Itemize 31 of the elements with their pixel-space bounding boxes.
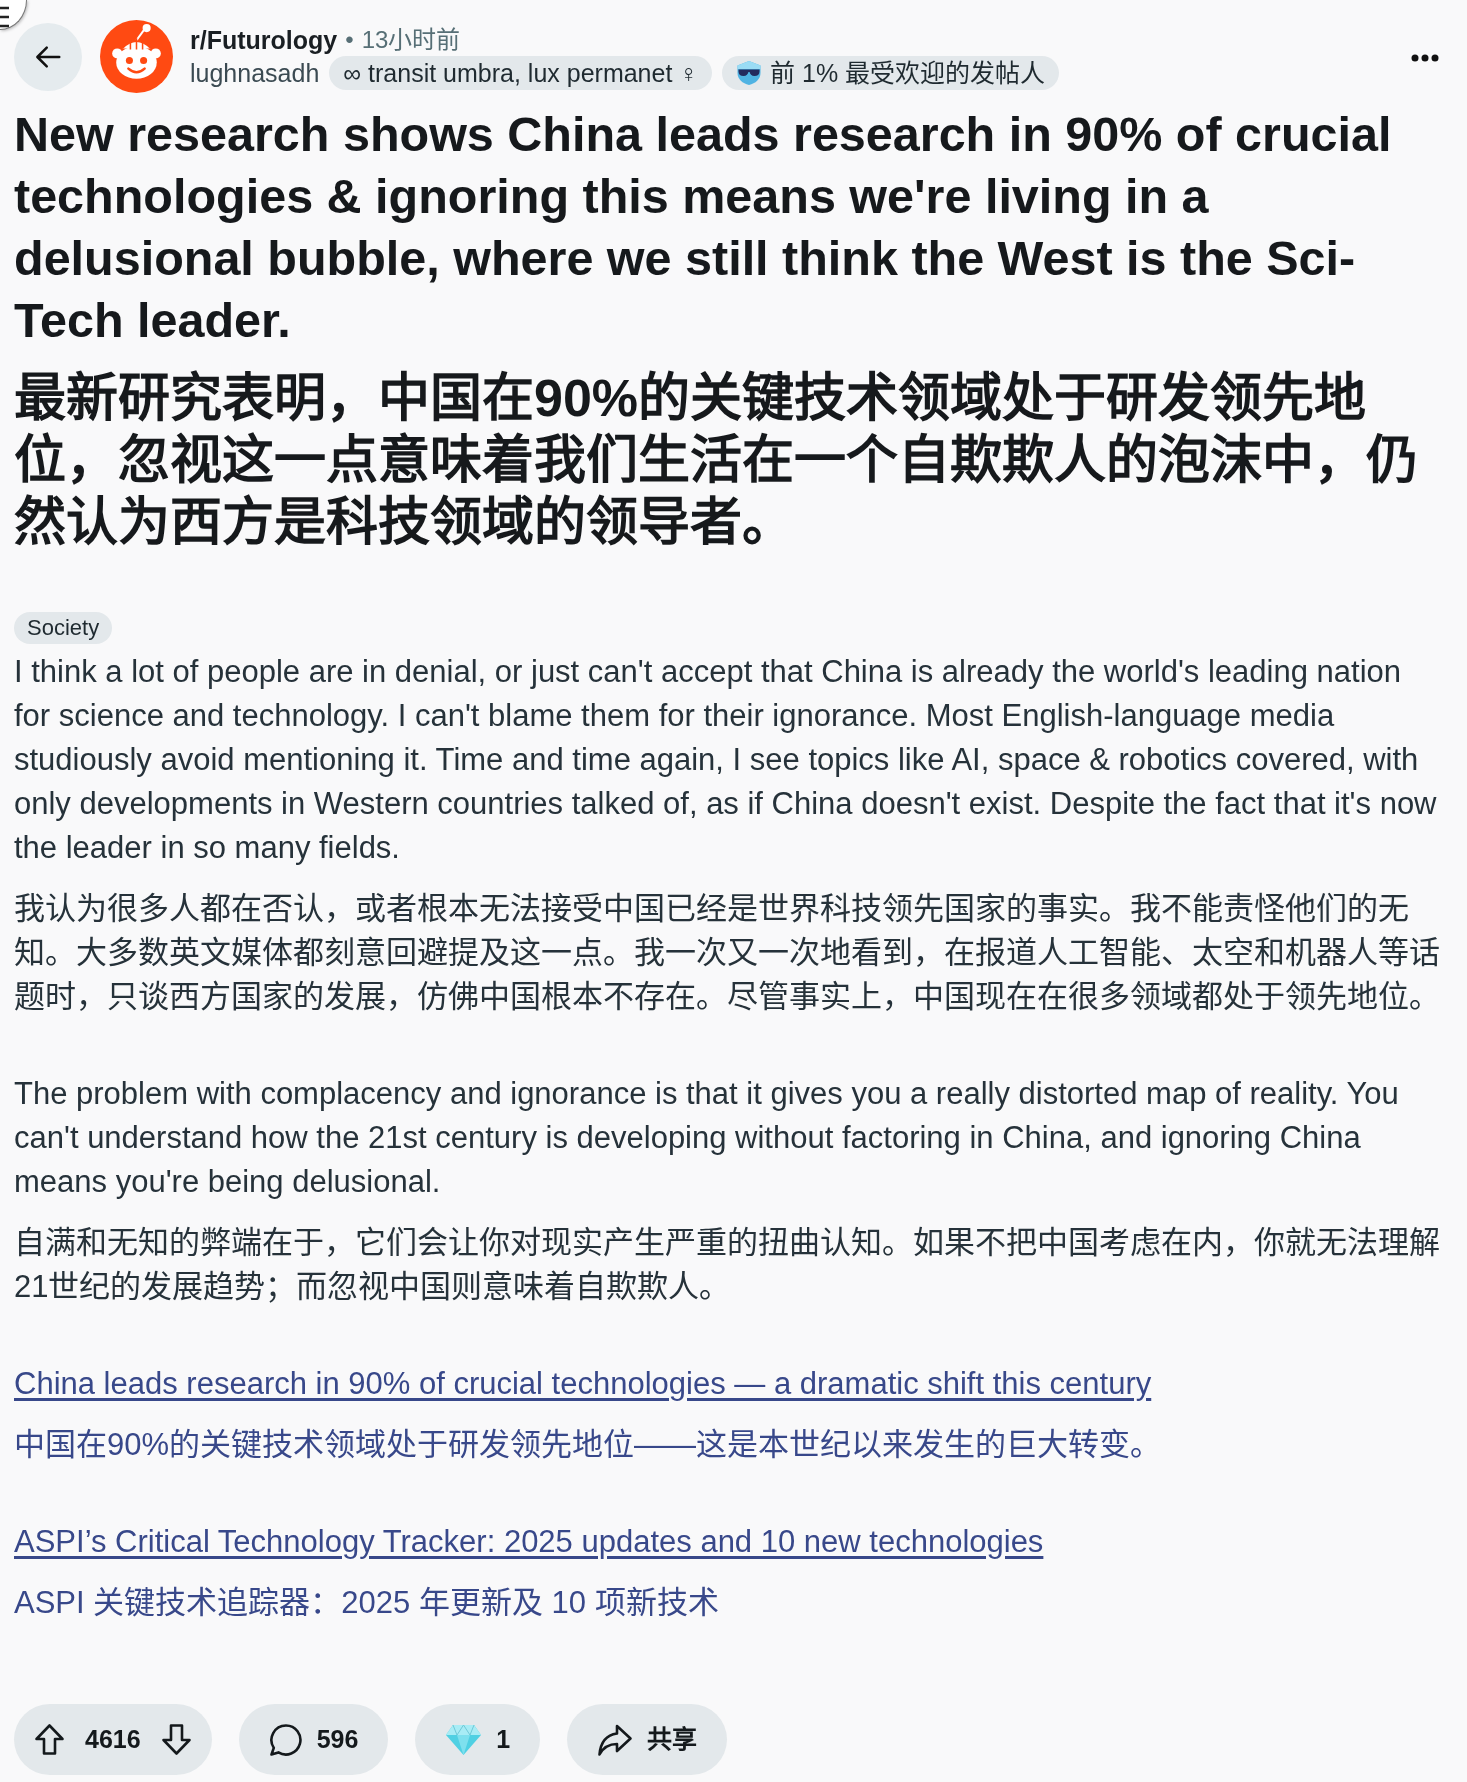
share-button[interactable]: 共享: [567, 1704, 728, 1775]
post-time: 13小时前: [361, 24, 461, 55]
more-options-icon: [1411, 54, 1439, 62]
article-link[interactable]: China leads research in 90% of crucial technologies — a dramatic shift this century: [14, 1362, 1152, 1406]
menu-button[interactable]: [0, 0, 27, 30]
paragraph-translation: 我认为很多人都在否认，或者根本无法接受中国已经是世界科技领先国家的事实。我不能责怪他们的无知。大多数英文媒体都刻意回避提及这一点。我一次又一次地看到，在报道人工智能、太空和机器人等话题时，只谈西方国家的发展，仿佛中国根本不存在。尽管事实上，中国现在在很多领域都处于领先地位。: [14, 890, 1441, 1016]
article-link[interactable]: ASPI’s Critical Technology Tracker: 2025 updates and 10 new technologies: [14, 1520, 1044, 1564]
share-arrow-icon: [597, 1722, 634, 1757]
upvote-icon[interactable]: [34, 1723, 65, 1756]
avatar-icon[interactable]: [100, 20, 173, 93]
achievement-label: 前 1% 最受欢迎的发帖人: [770, 57, 1046, 89]
paragraph-translation: 自满和无知的弊端在于，它们会让你对现实产生严重的扭曲认知。如果不把中国考虑在内，你就无法理解21世纪的发展趋势；而忽视中国则意味着自欺欺人。: [14, 1224, 1441, 1306]
diamond-icon: [445, 1723, 483, 1756]
user-flair: ∞ transit umbra, lux permanet ♀: [329, 55, 713, 90]
subreddit-link[interactable]: r/Futurology: [190, 23, 338, 56]
sunglasses-shield-icon: [736, 59, 763, 86]
post-title-translation: 最新研究表明，中国在90%的关键技术领域处于研发领先地位，忽视这一点意味着我们生活在一个自欺欺人的泡沫中，仍然认为西方是科技领域的领导者。: [14, 368, 1419, 553]
post-title: New research shows China leads research in 90% of crucial technologies & ignoring this means we're living in a delusional bubble, where we still think the West is the Sci-Tech leader.: [14, 106, 1393, 349]
topic-tag[interactable]: Society: [14, 612, 113, 644]
downvote-icon[interactable]: [160, 1723, 192, 1756]
vote-count: 4616: [85, 1723, 141, 1755]
award-button[interactable]: 1: [415, 1704, 541, 1775]
author-name[interactable]: lughnasadh: [190, 55, 320, 90]
link-translation: ASPI 关键技术追踪器：2025 年更新及 10 项新技术: [14, 1584, 720, 1622]
separator-dot: •: [345, 24, 354, 55]
menu-icon: [0, 6, 11, 28]
body-paragraph: The problem with complacency and ignorance is that it gives you a really distorted map of reality. You can't understand how the 21st century is developing without factoring in China, and ignoring China means you're being delusional.: [14, 1075, 1400, 1201]
link-translation: 中国在90%的关键技术领域处于研发领先地位——这是本世纪以来发生的巨大转变。: [14, 1426, 1163, 1464]
speech-bubble-icon: [268, 1722, 303, 1757]
comments-button[interactable]: 596: [238, 1704, 389, 1775]
body-paragraph: I think a lot of people are in denial, or just can't accept that China is already the world's leading nation for science and technology. I can't blame them for their ignorance. Most English-language media studiously avoid mentioning it. Time and time again, I see topics like AI, space & robotics covered, with only developments in Western countries talked of, as if China doesn't exist. Despite the fact that it's now the leader in so many fields.: [14, 653, 1438, 867]
